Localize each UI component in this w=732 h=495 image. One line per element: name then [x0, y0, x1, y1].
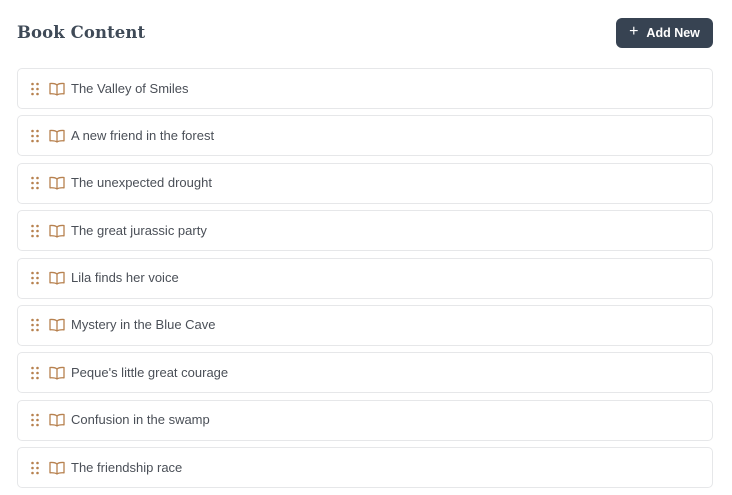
- book-icon: [49, 82, 65, 96]
- drag-handle-icon[interactable]: [31, 366, 39, 380]
- chapter-title: Peque's little great courage: [71, 364, 229, 380]
- add-new-button[interactable]: + Add New: [616, 18, 713, 48]
- drag-handle-icon[interactable]: [31, 129, 39, 143]
- chapter-item[interactable]: The great jurassic party: [17, 210, 713, 252]
- chapter-title: Confusion in the swamp: [71, 412, 210, 428]
- book-icon: [49, 318, 65, 333]
- chapter-item[interactable]: The friendship race: [17, 447, 713, 489]
- chapter-title: Mystery in the Blue Cave: [71, 317, 216, 333]
- drag-handle-icon[interactable]: [31, 82, 39, 96]
- book-icon: [49, 461, 65, 475]
- plus-icon: +: [629, 23, 639, 40]
- chapter-item[interactable]: Mystery in the Blue Cave: [17, 304, 713, 346]
- chapter-title: The Valley of Smiles: [71, 80, 189, 96]
- chapter-title: The great jurassic party: [71, 222, 207, 238]
- book-icon: [49, 413, 65, 427]
- page-title: Book Content: [17, 23, 146, 42]
- book-icon: [49, 366, 65, 380]
- chapter-item[interactable]: Lila finds her voice: [17, 257, 713, 299]
- chapter-title: The friendship race: [71, 459, 183, 475]
- book-icon: [49, 224, 65, 238]
- chapter-item[interactable]: The Valley of Smiles: [17, 68, 713, 109]
- page-header: Book Content + Add New: [17, 18, 713, 48]
- drag-handle-icon[interactable]: [31, 461, 39, 475]
- drag-handle-icon[interactable]: [31, 318, 39, 332]
- book-icon: [49, 176, 65, 190]
- book-icon: [49, 129, 65, 143]
- chapter-list: The Valley of Smiles A new friend in the…: [17, 68, 713, 495]
- chapter-title: The unexpected drought: [71, 175, 212, 191]
- book-icon: [49, 271, 65, 285]
- chapter-item[interactable]: Confusion in the swamp: [17, 399, 713, 441]
- drag-handle-icon[interactable]: [31, 224, 39, 238]
- chapter-item[interactable]: A new friend in the forest: [17, 115, 713, 157]
- chapter-item[interactable]: The unexpected drought: [17, 162, 713, 204]
- chapter-title: Lila finds her voice: [71, 270, 179, 286]
- drag-handle-icon[interactable]: [31, 176, 39, 190]
- drag-handle-icon[interactable]: [31, 271, 39, 285]
- chapter-title: A new friend in the forest: [71, 127, 215, 143]
- drag-handle-icon[interactable]: [31, 413, 39, 427]
- add-new-label: Add New: [646, 26, 700, 40]
- chapter-item[interactable]: Peque's little great courage: [17, 352, 713, 394]
